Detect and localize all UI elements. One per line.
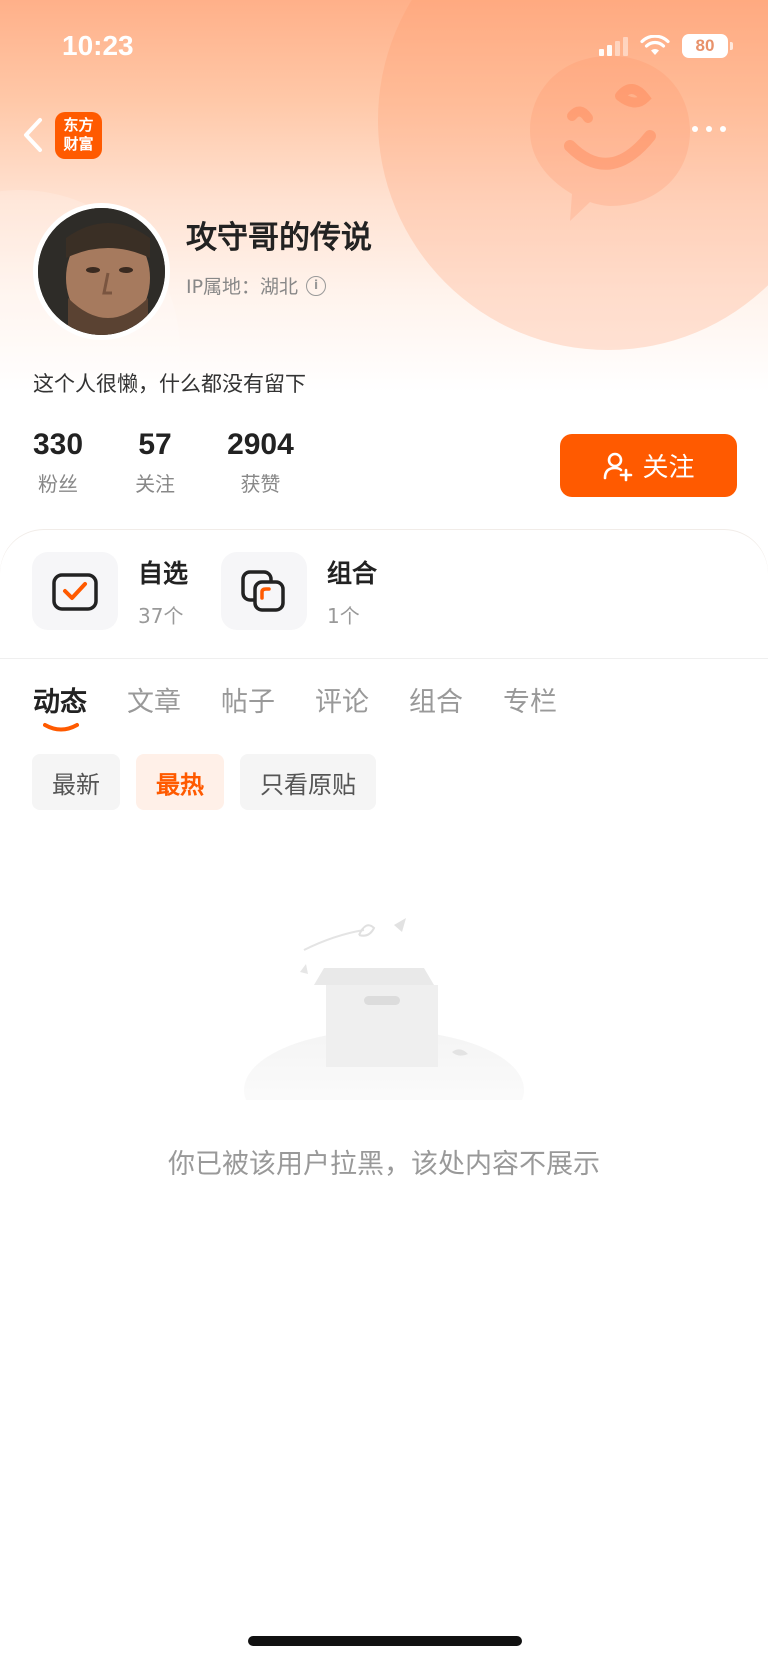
ip-location-text: IP属地：湖北	[186, 276, 299, 298]
signal-icon	[599, 36, 628, 56]
watchlist-icon	[32, 552, 118, 630]
more-options-icon[interactable]	[692, 126, 726, 132]
follow-button-label: 关注	[642, 453, 695, 483]
follow-button[interactable]: 关注	[560, 434, 737, 497]
stat-likes[interactable]: 2904 获赞	[227, 428, 294, 497]
empty-box-illustration	[244, 918, 524, 1100]
tab-dynamics[interactable]: 动态	[33, 680, 87, 732]
battery-icon: 80	[682, 34, 733, 58]
back-icon[interactable]	[18, 115, 48, 155]
shortcut-title: 组合	[327, 558, 378, 588]
wifi-icon	[640, 35, 670, 55]
shortcut-watchlist[interactable]: 自选 37个	[32, 552, 188, 630]
shortcut-title: 自选	[138, 558, 189, 588]
filter-chips: 最新 最热 只看原贴	[32, 754, 376, 810]
home-indicator[interactable]	[248, 1636, 522, 1646]
username: 攻守哥的传说	[186, 220, 372, 256]
empty-state-message: 你已被该用户拉黑，该处内容不展示	[168, 1149, 600, 1180]
avatar-image	[38, 208, 165, 335]
tab-articles[interactable]: 文章	[127, 680, 181, 719]
divider	[0, 658, 768, 659]
filter-latest[interactable]: 最新	[32, 754, 120, 810]
avatar[interactable]	[33, 203, 170, 340]
ip-location: IP属地：湖北 i	[186, 272, 327, 299]
tab-columns[interactable]: 专栏	[503, 680, 557, 719]
tab-comments[interactable]: 评论	[315, 680, 369, 719]
content-tabs: 动态 文章 帖子 评论 组合 专栏	[33, 680, 557, 732]
tab-posts[interactable]: 帖子	[221, 680, 275, 719]
status-icons: 80	[599, 34, 733, 58]
add-user-icon	[604, 452, 633, 481]
stat-following[interactable]: 57 关注	[135, 428, 175, 497]
active-tab-indicator	[43, 723, 79, 732]
smiley-bubble-icon	[530, 56, 690, 221]
app-logo: 东方 财富	[55, 112, 102, 159]
status-time: 10:23	[62, 30, 134, 61]
filter-hottest[interactable]: 最热	[136, 754, 224, 810]
tab-portfolio[interactable]: 组合	[409, 680, 463, 719]
filter-original-only[interactable]: 只看原贴	[240, 754, 376, 810]
info-icon[interactable]: i	[306, 275, 327, 296]
profile-stats: 330 粉丝 57 关注 2904 获赞	[33, 428, 346, 497]
shortcut-count: 1个	[327, 603, 360, 628]
bio: 这个人很懒，什么都没有留下	[33, 372, 306, 396]
shortcut-portfolio[interactable]: 组合 1个	[221, 552, 377, 630]
stat-fans[interactable]: 330 粉丝	[33, 428, 83, 497]
shortcut-count: 37个	[138, 603, 184, 628]
portfolio-icon	[221, 552, 307, 630]
